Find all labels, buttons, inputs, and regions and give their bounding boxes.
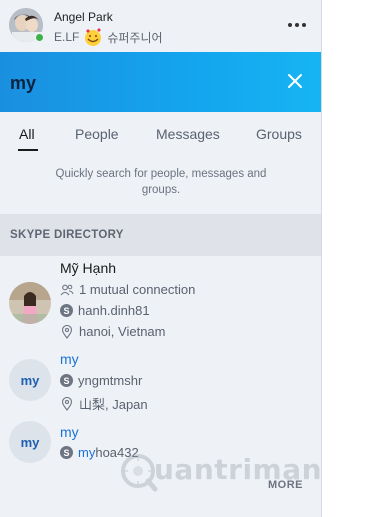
profile-header: Angel Park E.LF 슈퍼주니어 — [0, 0, 321, 52]
sidebar-panel: Angel Park E.LF 슈퍼주니어 All — [0, 0, 322, 517]
user-name[interactable]: Angel Park — [54, 10, 113, 24]
location-text: hanoi, Vietnam — [79, 324, 166, 339]
active-tab-indicator — [18, 149, 38, 151]
location-pin-icon — [61, 324, 73, 339]
skype-icon: S — [60, 446, 73, 459]
skype-id: hanh.dinh81 — [78, 303, 150, 318]
search-result-item[interactable]: my my S yngmtmshr 山梨, Japan — [0, 346, 321, 416]
status-suffix: 슈퍼주니어 — [107, 30, 163, 45]
skype-id: yngmtmshr — [78, 373, 143, 388]
skype-id-line: S yngmtmshr — [60, 373, 142, 388]
skype-icon: S — [60, 304, 73, 317]
status-prefix: E.LF — [54, 30, 80, 44]
skype-icon: S — [60, 374, 73, 387]
initials-avatar: my — [9, 421, 51, 463]
smiley-hearts-emoji-icon — [85, 28, 102, 46]
skype-id-match: my — [78, 445, 96, 460]
location-line: 山梨, Japan — [60, 394, 148, 413]
close-icon — [288, 74, 302, 88]
result-name: Mỹ Hạnh — [60, 260, 117, 276]
tab-groups[interactable]: Groups — [256, 126, 302, 142]
more-options-button[interactable] — [284, 14, 310, 36]
tab-people[interactable]: People — [75, 126, 119, 142]
location-line: hanoi, Vietnam — [60, 324, 166, 339]
user-mood-status[interactable]: E.LF 슈퍼주니어 — [54, 27, 163, 47]
location-text: 山梨, Japan — [79, 397, 148, 412]
mutual-connection-text: 1 mutual connection — [79, 282, 196, 297]
skype-id-rest: hoa432 — [95, 445, 139, 460]
search-bar — [0, 52, 321, 112]
more-results-link[interactable]: MORE — [268, 479, 303, 491]
section-header: SKYPE DIRECTORY — [0, 214, 321, 256]
location-pin-icon — [61, 396, 73, 411]
more-horizontal-icon — [288, 23, 292, 27]
skype-id-line: S myhoa432 — [60, 445, 139, 460]
skype-id-line: S hanh.dinh81 — [60, 303, 150, 318]
profile-avatar-wrap[interactable] — [9, 8, 45, 43]
presence-online-icon — [34, 32, 45, 43]
result-name: my — [60, 351, 79, 367]
tab-all[interactable]: All — [19, 126, 35, 142]
mutual-connection-line: 1 mutual connection — [60, 282, 195, 297]
result-name: my — [60, 424, 79, 440]
search-input[interactable] — [10, 70, 260, 96]
skype-id: myhoa432 — [78, 445, 139, 460]
people-icon — [60, 284, 74, 295]
avatar — [9, 282, 51, 324]
clear-search-button[interactable] — [283, 69, 307, 93]
search-tabs: All People Messages Groups — [0, 112, 321, 156]
search-result-item[interactable]: my my S myhoa432 — [0, 419, 321, 479]
search-result-item[interactable]: Mỹ Hạnh 1 mutual connection S hanh.dinh8… — [0, 256, 321, 346]
search-hint: Quickly search for people, messages and … — [55, 168, 267, 196]
tab-messages[interactable]: Messages — [156, 126, 220, 142]
section-label: SKYPE DIRECTORY — [10, 229, 124, 241]
initials-avatar: my — [9, 359, 51, 401]
main-content-area — [322, 0, 384, 517]
